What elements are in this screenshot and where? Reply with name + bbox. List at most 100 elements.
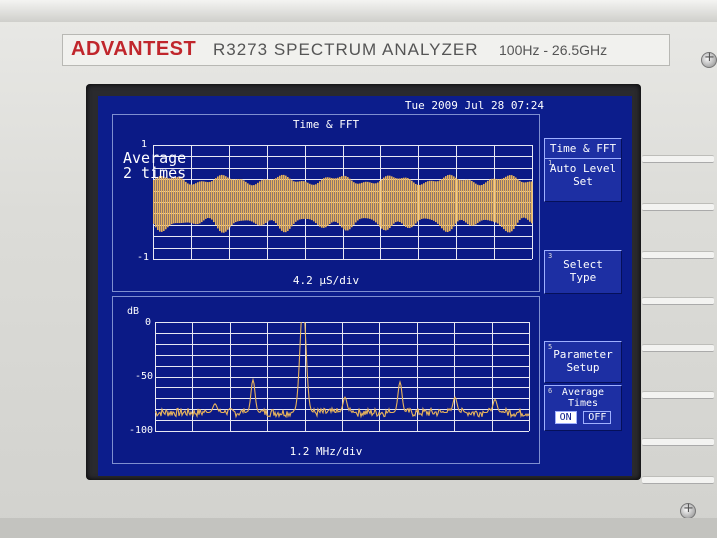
waveform-sample [177, 176, 179, 224]
waveform-sample [431, 180, 433, 220]
waveform-sample [423, 183, 425, 219]
waveform-sample [365, 181, 367, 219]
waveform-sample [353, 182, 355, 225]
waveform-sample [257, 182, 259, 225]
softkey-slot-8[interactable] [642, 476, 714, 484]
waveform-sample [415, 183, 417, 224]
waveform-sample [381, 179, 383, 229]
waveform-sample [427, 181, 429, 219]
waveform-sample [491, 178, 493, 222]
waveform-sample [323, 178, 325, 228]
waveform-sample [367, 181, 369, 219]
waveform-sample [445, 176, 447, 232]
waveform-sample [181, 178, 183, 224]
softkey-select-type[interactable]: 3 Select Type [544, 250, 622, 294]
waveform-sample [463, 180, 465, 221]
waveform-sample [357, 183, 359, 221]
screw-top-right [701, 50, 717, 68]
waveform-sample [523, 182, 525, 218]
softkey-slot-7[interactable] [642, 438, 714, 446]
waveform-sample [301, 181, 303, 220]
waveform-sample [455, 177, 457, 224]
waveform-sample [237, 179, 239, 222]
waveform-sample [373, 183, 375, 221]
waveform-sample [355, 183, 357, 223]
waveform-sample [479, 185, 481, 222]
waveform-sample [529, 181, 531, 222]
waveform-sample [291, 180, 293, 227]
average-line2: 2 times [123, 164, 187, 182]
waveform-sample [213, 179, 215, 223]
softkey-slot-2[interactable] [642, 203, 714, 211]
waveform-sample [287, 177, 289, 231]
waveform-sample [483, 183, 485, 220]
waveform-sample [419, 184, 421, 220]
waveform-sample [411, 180, 413, 228]
waveform-sample [315, 184, 317, 224]
waveform-sample [235, 179, 237, 223]
waveform-sample [157, 176, 159, 231]
waveform-sample [441, 179, 443, 229]
waveform-sample [481, 184, 483, 221]
softkey-slot-4[interactable] [642, 297, 714, 305]
waveform-sample [413, 182, 415, 226]
waveform-sample [379, 181, 381, 227]
average-off-toggle[interactable]: OFF [583, 411, 612, 424]
waveform-sample [477, 184, 479, 223]
waveform-sample [171, 178, 173, 225]
waveform-sample [217, 176, 219, 229]
waveform-sample [247, 183, 249, 221]
fft-plot [155, 322, 530, 432]
waveform-sample [231, 179, 233, 226]
fft-y-unit: dB [127, 306, 140, 317]
softkey-slot-3[interactable] [642, 251, 714, 259]
waveform-sample [351, 180, 353, 228]
select-type-label: Select [563, 258, 603, 271]
waveform-sample [397, 178, 399, 222]
waveform-sample [313, 184, 315, 222]
softkey-average-times[interactable]: 6 Average Times ON OFF [544, 385, 622, 431]
average-on-toggle[interactable]: ON [554, 411, 577, 424]
waveform-sample [405, 177, 407, 227]
time-panel: Time & FFT 1 -1 Average 2 times 4.2 µS/d… [112, 114, 540, 292]
waveform-sample [459, 179, 461, 221]
waveform-sample [475, 183, 477, 225]
waveform-sample [223, 175, 225, 233]
waveform-sample [159, 176, 161, 232]
waveform-sample [449, 174, 451, 232]
softkey-parameter-setup[interactable]: 5 Parameter Setup [544, 341, 622, 383]
waveform-sample [385, 176, 387, 231]
waveform-sample [417, 184, 419, 222]
softkey-time-fft[interactable]: Time & FFT 1 Auto Level Set [544, 138, 622, 202]
waveform-sample [513, 176, 515, 229]
waveform-sample [211, 181, 213, 220]
time-x-scale: 4.2 µS/div [292, 274, 360, 287]
waveform-sample [401, 178, 403, 224]
waveform-sample [279, 175, 281, 229]
softkey-slot-1[interactable] [642, 155, 714, 163]
waveform-sample [503, 177, 505, 230]
date-time: Tue 2009 Jul 28 07:24 [404, 99, 544, 112]
waveform-sample [229, 178, 231, 228]
waveform-sample [199, 181, 201, 224]
waveform-sample [263, 179, 265, 225]
waveform-sample [243, 180, 245, 221]
waveform-sample [457, 179, 459, 222]
softkey-slot-5[interactable] [642, 344, 714, 352]
waveform-sample [461, 180, 463, 220]
waveform-sample [193, 184, 195, 224]
waveform-sample [467, 179, 469, 225]
waveform-sample [361, 182, 363, 219]
time-plot [153, 145, 533, 260]
top-edge [0, 0, 717, 22]
waveform-sample [319, 181, 321, 227]
waveform-sample [305, 181, 307, 219]
waveform-sample [161, 176, 163, 232]
waveform-sample [525, 182, 527, 219]
softkey-slot-6[interactable] [642, 391, 714, 399]
waveform-sample [283, 174, 285, 233]
waveform-sample [321, 179, 323, 228]
waveform-sample [165, 177, 167, 230]
waveform-sample [183, 180, 185, 223]
waveform-sample [363, 182, 365, 219]
